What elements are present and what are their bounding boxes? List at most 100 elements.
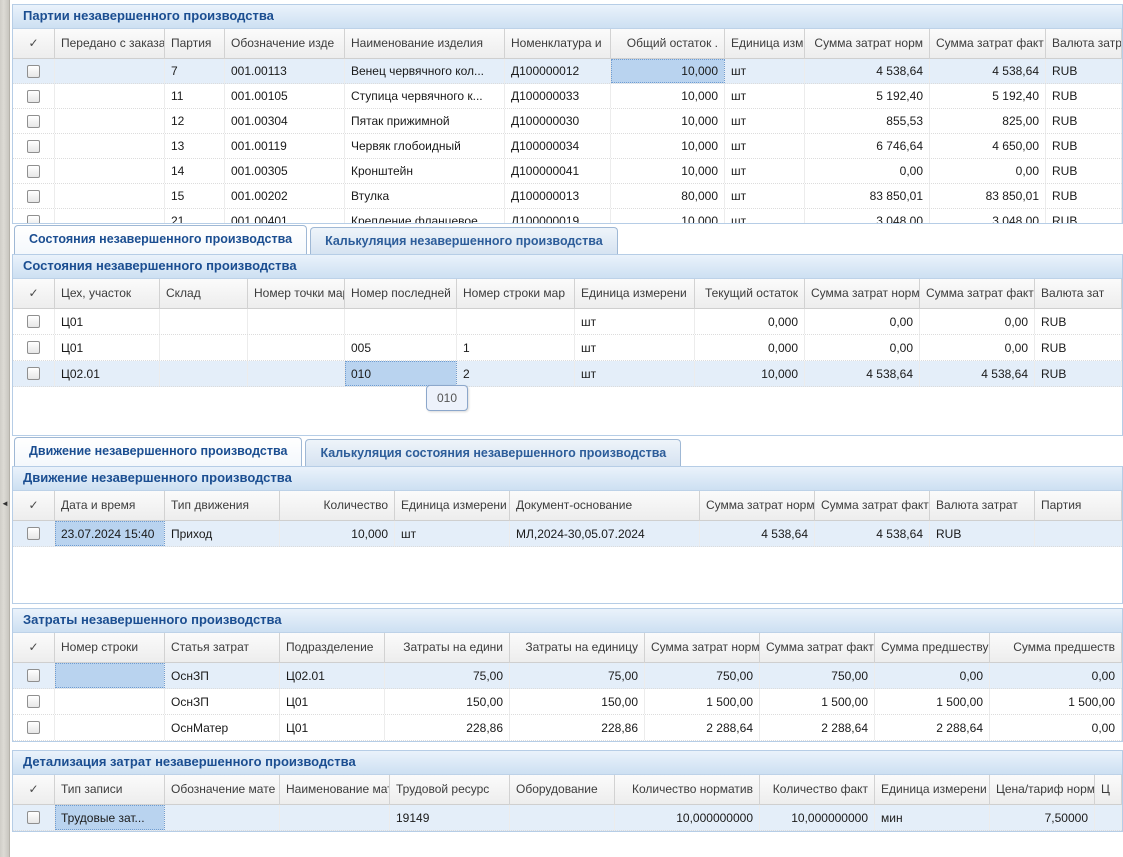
table-cell[interactable]: 4 538,64	[930, 59, 1046, 83]
row-select-cell[interactable]	[13, 521, 55, 546]
table-cell[interactable]: 4 538,64	[805, 361, 920, 386]
row-select-cell[interactable]	[13, 209, 55, 223]
column-header[interactable]: Подразделение	[280, 633, 385, 663]
row-checkbox[interactable]	[27, 341, 40, 354]
table-cell[interactable]: 0,00	[920, 309, 1035, 334]
table-cell[interactable]	[457, 309, 575, 334]
column-header[interactable]: Номер строки мар	[457, 279, 575, 309]
row-select-cell[interactable]	[13, 663, 55, 688]
column-header[interactable]: Дата и время	[55, 491, 165, 521]
column-header[interactable]: Текущий остаток	[695, 279, 805, 309]
table-cell[interactable]: 10,000	[611, 209, 725, 223]
row-select-cell[interactable]	[13, 361, 55, 386]
table-cell[interactable]: 855,53	[805, 109, 930, 133]
table-cell[interactable]: шт	[575, 361, 695, 386]
table-cell[interactable]: Кронштейн	[345, 159, 505, 183]
table-cell[interactable]: 4 538,64	[805, 59, 930, 83]
table-cell[interactable]: Д100000034	[505, 134, 611, 158]
table-row[interactable]: Ц02.010102шт10,0004 538,644 538,64RUB	[13, 361, 1122, 387]
column-header[interactable]: Партия	[1035, 491, 1122, 521]
table-cell[interactable]: 001.00401	[225, 209, 345, 223]
table-cell[interactable]: 4 538,64	[815, 521, 930, 546]
table-cell[interactable]: Ц01	[280, 715, 385, 740]
column-header[interactable]: Количество факт	[760, 775, 875, 805]
table-cell[interactable]: 19149	[390, 805, 510, 830]
row-select-cell[interactable]	[13, 689, 55, 714]
table-cell[interactable]	[248, 309, 345, 334]
select-all-header[interactable]: ✓	[13, 29, 55, 59]
tab-states[interactable]: Состояния незавершенного производства	[14, 225, 307, 254]
table-cell[interactable]: 001.00105	[225, 84, 345, 108]
row-checkbox[interactable]	[27, 811, 40, 824]
row-select-cell[interactable]	[13, 715, 55, 740]
table-cell[interactable]: шт	[575, 309, 695, 334]
table-cell[interactable]: 001.00202	[225, 184, 345, 208]
table-cell[interactable]: 3 048,00	[805, 209, 930, 223]
table-cell[interactable]: шт	[725, 84, 805, 108]
table-cell[interactable]	[510, 805, 615, 830]
table-cell[interactable]: 228,86	[385, 715, 510, 740]
tab-movement[interactable]: Движение незавершенного производства	[14, 437, 302, 466]
table-row[interactable]: 15001.00202ВтулкаД10000001380,000шт83 85…	[13, 184, 1122, 209]
table-cell[interactable]: Ц01	[280, 689, 385, 714]
row-select-cell[interactable]	[13, 84, 55, 108]
row-checkbox[interactable]	[27, 190, 40, 203]
column-header[interactable]: Единица измерени	[395, 491, 510, 521]
table-cell[interactable]: RUB	[1046, 209, 1122, 223]
table-cell[interactable]: Ц01	[55, 309, 160, 334]
table-cell[interactable]: 0,000	[695, 335, 805, 360]
table-cell[interactable]: RUB	[1046, 59, 1122, 83]
table-cell[interactable]: 001.00304	[225, 109, 345, 133]
table-cell[interactable]	[55, 184, 165, 208]
table-cell[interactable]: 15	[165, 184, 225, 208]
table-cell[interactable]	[55, 663, 165, 688]
table-cell[interactable]: 750,00	[760, 663, 875, 688]
row-checkbox[interactable]	[27, 669, 40, 682]
table-cell[interactable]: 2 288,64	[760, 715, 875, 740]
table-cell[interactable]: 1 500,00	[760, 689, 875, 714]
column-header[interactable]: Сумма затрат норм	[805, 29, 930, 59]
table-cell[interactable]	[165, 805, 280, 830]
table-cell[interactable]: 0,00	[930, 159, 1046, 183]
table-cell[interactable]: 001.00305	[225, 159, 345, 183]
table-row[interactable]: 12001.00304Пятак прижимнойД10000003010,0…	[13, 109, 1122, 134]
column-header[interactable]: Валюта затрат	[930, 491, 1035, 521]
table-cell[interactable]: 0,00	[875, 663, 990, 688]
row-select-cell[interactable]	[13, 309, 55, 334]
table-cell[interactable]	[248, 361, 345, 386]
table-cell[interactable]: 14	[165, 159, 225, 183]
row-select-cell[interactable]	[13, 805, 55, 830]
row-checkbox[interactable]	[27, 695, 40, 708]
table-cell[interactable]: 10,000	[611, 84, 725, 108]
column-header[interactable]: Цена/тариф норма	[990, 775, 1095, 805]
row-select-cell[interactable]	[13, 59, 55, 83]
column-header[interactable]: Сумма предшеству	[875, 633, 990, 663]
table-cell[interactable]: 3 048,00	[930, 209, 1046, 223]
table-cell[interactable]: Червяк глобоидный	[345, 134, 505, 158]
row-checkbox[interactable]	[27, 215, 40, 224]
table-cell[interactable]: Крепление фланцевое	[345, 209, 505, 223]
column-header[interactable]: Передано с заказа	[55, 29, 165, 59]
table-cell[interactable]: 1	[457, 335, 575, 360]
column-header[interactable]: Номер точки марш	[248, 279, 345, 309]
table-row[interactable]: 7001.00113Венец червячного кол...Д100000…	[13, 59, 1122, 84]
column-header[interactable]: Оборудование	[510, 775, 615, 805]
select-all-header[interactable]: ✓	[13, 491, 55, 521]
row-select-cell[interactable]	[13, 184, 55, 208]
left-splitter[interactable]: ◄	[0, 0, 10, 857]
table-cell[interactable]: 2	[457, 361, 575, 386]
table-cell[interactable]: 10,000	[695, 361, 805, 386]
table-cell[interactable]	[160, 335, 248, 360]
column-header[interactable]: Наименование изделия	[345, 29, 505, 59]
table-cell[interactable]: 10,000	[611, 109, 725, 133]
table-cell[interactable]: 005	[345, 335, 457, 360]
column-header[interactable]: Тип записи	[55, 775, 165, 805]
row-checkbox[interactable]	[27, 721, 40, 734]
table-cell[interactable]: 1 500,00	[875, 689, 990, 714]
column-header[interactable]: Ц	[1095, 775, 1122, 805]
table-cell[interactable]: Трудовые зат...	[55, 805, 165, 830]
table-cell[interactable]	[55, 134, 165, 158]
column-header[interactable]: Общий остаток .	[611, 29, 725, 59]
table-cell[interactable]: RUB	[1046, 109, 1122, 133]
select-all-header[interactable]: ✓	[13, 775, 55, 805]
